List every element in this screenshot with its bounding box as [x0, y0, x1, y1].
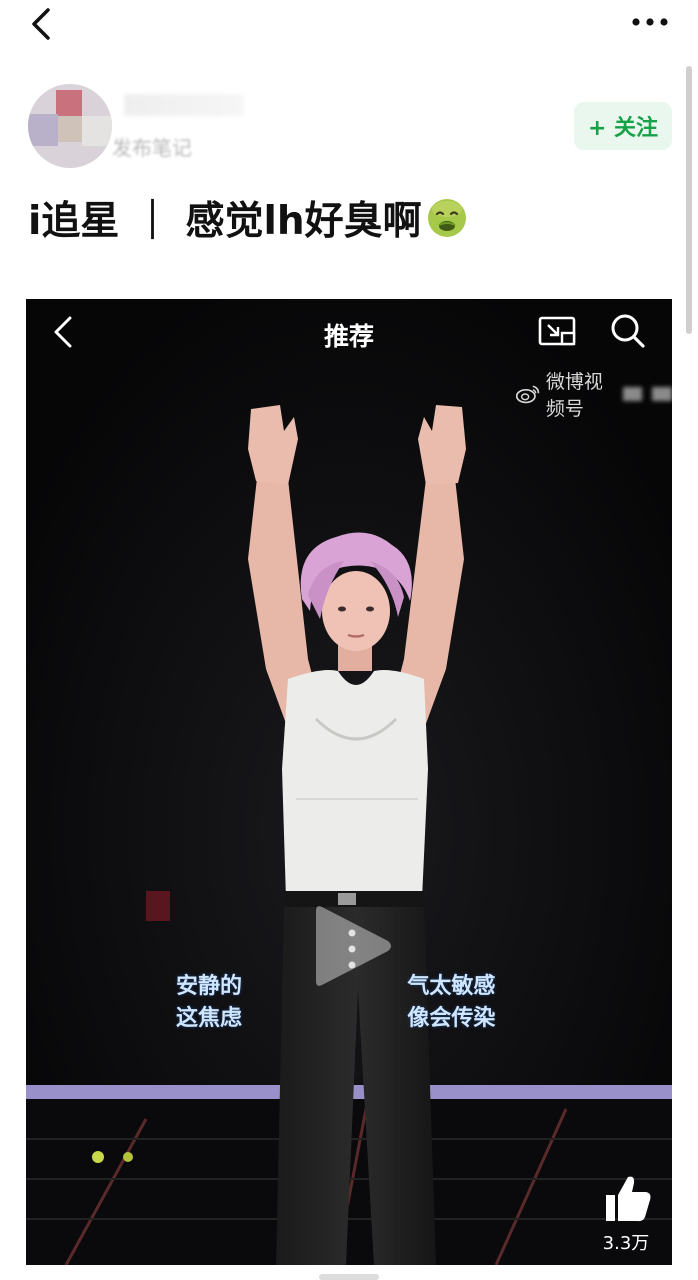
nauseated-face-emoji-icon: [427, 199, 466, 237]
post-title: i追星 ｜ 感觉lh好臭啊: [28, 190, 468, 246]
thumbs-up-icon[interactable]: [602, 1173, 652, 1225]
cast-screen-icon[interactable]: [538, 315, 578, 349]
post-title-text: i追星 ｜ 感觉lh好臭啊: [28, 199, 422, 244]
author-row: 发布笔记 + 关注: [0, 76, 698, 176]
top-bar: [0, 0, 698, 60]
watermark-text: 微博视频号: [545, 371, 603, 420]
author-subtitle: 发布笔记: [112, 136, 192, 160]
home-indicator: [319, 1274, 379, 1280]
username-blurred[interactable]: [124, 94, 244, 116]
more-options-icon[interactable]: [630, 10, 670, 34]
play-icon[interactable]: [312, 899, 396, 993]
weibo-logo-icon: [516, 385, 540, 404]
subtitle-line1-left: 安静的: [176, 974, 243, 999]
avatar[interactable]: [28, 84, 112, 168]
back-chevron-icon[interactable]: [24, 6, 60, 42]
like-count: 3.3万: [602, 1233, 650, 1254]
subtitle-line1-right: 气太敏感: [407, 974, 496, 999]
video-player[interactable]: 推荐 微博视频号 安静的 气太敏感 这焦虑 像会传染 3.3万: [26, 299, 672, 1265]
search-icon[interactable]: [610, 313, 646, 349]
subtitle-line2-right: 像会传染: [407, 1006, 496, 1031]
weibo-watermark: 微博视频号: [516, 367, 672, 421]
concert-stage-image: [26, 299, 672, 1265]
subtitle-line2-left: 这焦虑: [176, 1006, 243, 1031]
follow-button[interactable]: + 关注: [574, 102, 672, 150]
follow-label: + 关注: [587, 116, 659, 141]
scrollbar[interactable]: [686, 66, 692, 334]
